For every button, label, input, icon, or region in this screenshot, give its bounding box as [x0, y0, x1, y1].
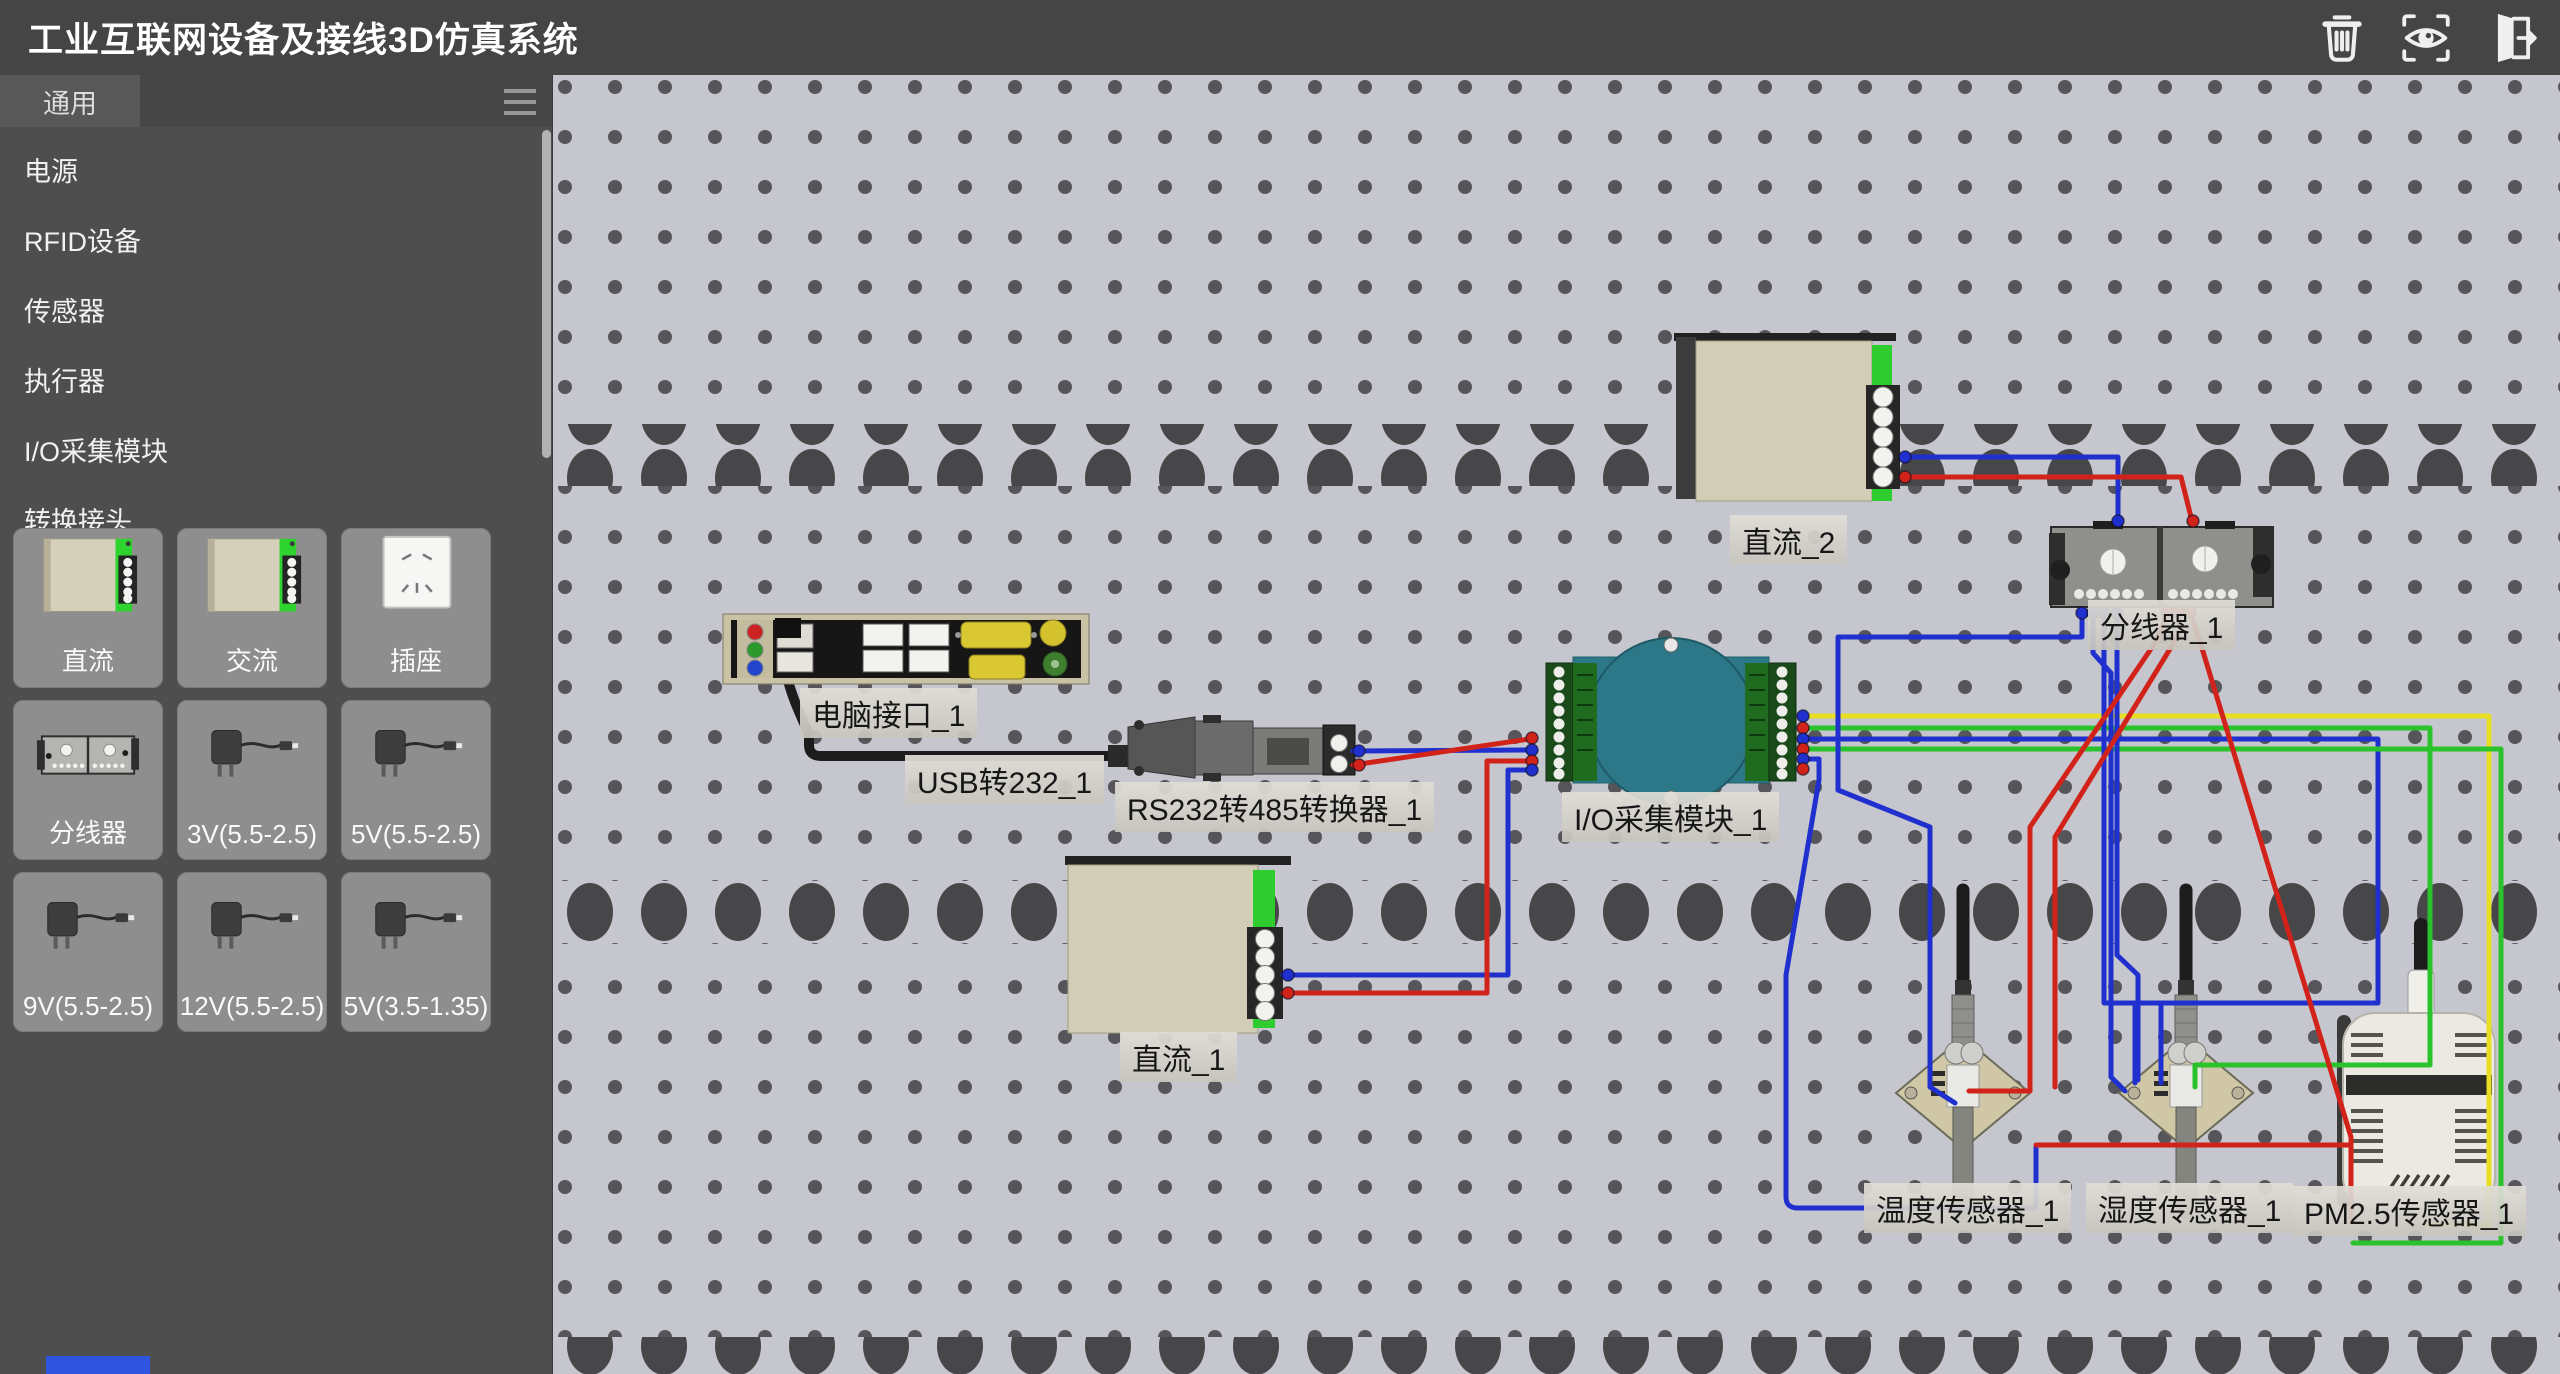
- palette-card-9v[interactable]: 9V(5.5-2.5): [13, 872, 163, 1032]
- view-eye-icon: [2397, 9, 2455, 67]
- palette-card-5v-135[interactable]: 5V(3.5-1.35): [341, 872, 491, 1032]
- palette-card-splitter[interactable]: 分线器: [13, 700, 163, 860]
- palette-card-ac[interactable]: 交流: [177, 528, 327, 688]
- label-splitter: 分线器_1: [2088, 600, 2235, 650]
- palette-card-dc[interactable]: 直流: [13, 528, 163, 688]
- menu-hamburger-icon[interactable]: [504, 89, 538, 115]
- sidebar-item-io-module[interactable]: I/O采集模块: [0, 417, 552, 487]
- power-adapter-icon: [14, 873, 162, 981]
- palette-card-socket[interactable]: 插座: [341, 528, 491, 688]
- label-dc1: 直流_1: [1120, 1032, 1237, 1082]
- exit-icon: [2481, 9, 2539, 67]
- palette-card-12v[interactable]: 12V(5.5-2.5): [177, 872, 327, 1032]
- device-palette: 直流 交流 插座 分线器 3V(5.5-2.5) 5V(5.5-2.5): [13, 528, 491, 1032]
- view-button[interactable]: [2396, 8, 2456, 68]
- socket-icon: [342, 529, 490, 637]
- label-io-module: I/O采集模块_1: [1562, 792, 1779, 842]
- device-dc1[interactable]: [1065, 856, 1291, 1033]
- palette-card-3v[interactable]: 3V(5.5-2.5): [177, 700, 327, 860]
- device-splitter[interactable]: [2049, 521, 2273, 607]
- sidebar-item-actuator[interactable]: 执行器: [0, 347, 552, 417]
- label-usb232: USB转232_1: [905, 755, 1104, 805]
- sidebar-item-power[interactable]: 电源: [0, 137, 552, 207]
- delete-button[interactable]: [2312, 8, 2372, 68]
- sidebar-tab-row: 通用: [0, 75, 552, 127]
- label-rs232-485: RS232转485转换器_1: [1115, 782, 1434, 832]
- sidebar-scrollbar[interactable]: [542, 130, 551, 458]
- app-title: 工业互联网设备及接线3D仿真系统: [28, 12, 579, 63]
- power-adapter-icon: [178, 873, 326, 981]
- exit-button[interactable]: [2480, 8, 2540, 68]
- label-computer-port: 电脑接口_1: [800, 688, 977, 738]
- tab-general[interactable]: 通用: [0, 75, 140, 127]
- device-io-module[interactable]: [1546, 638, 1796, 805]
- label-pm25-sensor: PM2.5传感器_1: [2292, 1186, 2526, 1236]
- power-adapter-icon: [178, 701, 326, 809]
- sidebar-item-rfid[interactable]: RFID设备: [0, 207, 552, 277]
- palette-card-5v[interactable]: 5V(5.5-2.5): [341, 700, 491, 860]
- trash-icon: [2313, 9, 2371, 67]
- power-adapter-icon: [342, 873, 490, 981]
- category-menu: 电源 RFID设备 传感器 执行器 I/O采集模块 转换接头: [0, 137, 552, 557]
- component-sidebar: 通用 电源 RFID设备 传感器 执行器 I/O采集模块 转换接头 直流 交流: [0, 75, 553, 1374]
- device-computer-port[interactable]: [723, 614, 1089, 684]
- power-adapter-icon: [342, 701, 490, 809]
- toolbar: [2312, 8, 2540, 68]
- bottom-left-indicator: [46, 1356, 150, 1374]
- label-dc2: 直流_2: [1730, 515, 1847, 565]
- device-dc2[interactable]: [1674, 333, 1900, 501]
- top-bar: 工业互联网设备及接线3D仿真系统: [0, 0, 2560, 75]
- splitter-icon: [14, 701, 162, 809]
- ac-module-icon: [178, 529, 326, 637]
- sidebar-item-sensor[interactable]: 传感器: [0, 277, 552, 347]
- label-humidity-sensor: 湿度传感器_1: [2086, 1183, 2293, 1233]
- dc-module-icon: [14, 529, 162, 637]
- label-temp-sensor: 温度传感器_1: [1864, 1183, 2071, 1233]
- app-window: 工业互联网设备及接线3D仿真系统: [0, 0, 2560, 1374]
